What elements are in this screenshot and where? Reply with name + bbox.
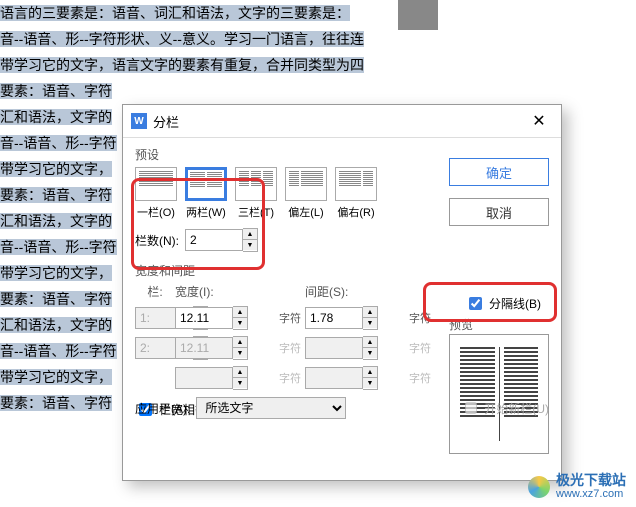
preset-label-text: 一栏(O) — [135, 204, 177, 220]
close-button[interactable]: ✕ — [525, 109, 553, 133]
text-line: 要素：语音、字符 — [0, 83, 112, 99]
text-line: 汇和语法，文字的 — [0, 109, 112, 125]
preset-label-text: 三栏(T) — [235, 204, 277, 220]
apply-to-label: 应用于(A): — [135, 400, 190, 417]
app-icon: W — [131, 113, 147, 129]
width-header: 宽度(I): — [175, 283, 275, 300]
text-line: 带学习它的文字， — [0, 161, 112, 177]
columns-dialog: W 分栏 ✕ 预设 一栏(O) 两栏(W) — [122, 104, 562, 481]
unit-label: 字符 — [405, 370, 435, 386]
text-line: 汇和语法，文字的 — [0, 213, 112, 229]
spacing-1-spinner[interactable]: ▲▼ — [305, 306, 405, 330]
columns-count-input[interactable] — [185, 229, 243, 251]
preset-label-text: 偏左(L) — [285, 204, 327, 220]
text-line: 音--语音、形--字符 — [0, 135, 117, 151]
columns-count-label: 栏数(N): — [135, 232, 179, 249]
logo-text-zh: 极光下载站 — [556, 473, 626, 487]
preview-pane — [449, 334, 549, 454]
cancel-button[interactable]: 取消 — [449, 198, 549, 226]
logo-icon — [528, 476, 550, 498]
text-line: 带学习它的文字， — [0, 265, 112, 281]
unit-label: 字符 — [405, 310, 435, 326]
dialog-titlebar: W 分栏 ✕ — [123, 105, 561, 138]
col-index-1: ▲▼ — [135, 306, 165, 330]
text-line: 要素：语音、字符 — [0, 291, 112, 307]
unit-label: 字符 — [275, 370, 305, 386]
dialog-title: 分栏 — [153, 112, 525, 131]
spinner-up-icon[interactable]: ▲ — [243, 229, 257, 240]
width-3-spinner: ▲▼ — [175, 366, 275, 390]
text-line: 带学习它的文字， — [0, 369, 112, 385]
apply-to-select[interactable]: 所选文字 — [196, 397, 346, 419]
logo-text-en: www.xz7.com — [556, 487, 626, 501]
unit-label: 字符 — [275, 340, 305, 356]
watermark-logo: 极光下载站 www.xz7.com — [528, 473, 626, 501]
text-line: 要素：语音、字符 — [0, 395, 112, 411]
text-line: 音--语音、形--字符形状、义--意义。学习一门语言，往往连 — [0, 31, 364, 47]
preset-one[interactable]: 一栏(O) — [135, 167, 177, 220]
columns-count-spinner[interactable]: ▲▼ — [185, 228, 258, 252]
text-line: 音--语音、形--字符 — [0, 343, 117, 359]
width-2-spinner: ▲▼ — [175, 336, 275, 360]
new-column-label: 开始新栏(U) — [484, 400, 549, 417]
col-header: 栏: — [135, 283, 175, 300]
separator-checkbox[interactable] — [469, 297, 482, 310]
spacing-3-spinner: ▲▼ — [305, 366, 405, 390]
unit-label: 字符 — [405, 340, 435, 356]
preview-label: 预览 — [449, 316, 473, 333]
start-new-column: 开始新栏(U) — [461, 399, 549, 417]
preset-left[interactable]: 偏左(L) — [285, 167, 327, 220]
text-line: 要素：语音、字符 — [0, 187, 112, 203]
preset-three[interactable]: 三栏(T) — [235, 167, 277, 220]
new-column-checkbox — [465, 402, 477, 414]
text-line: 音--语音、形--字符 — [0, 239, 117, 255]
preset-label-text: 偏右(R) — [335, 204, 377, 220]
spacing-header: 间距(S): — [305, 283, 405, 300]
preview-divider — [499, 347, 500, 441]
spinner-down-icon[interactable]: ▼ — [243, 240, 257, 250]
spacing-2-spinner: ▲▼ — [305, 336, 405, 360]
text-line: 汇和语法，文字的 — [0, 317, 112, 333]
separator-label: 分隔线(B) — [489, 295, 541, 312]
col-index-2: ▲▼ — [135, 336, 165, 360]
width-1-spinner[interactable]: ▲▼ — [175, 306, 275, 330]
text-line: 带学习它的文字，语言文字的要素有重复，合并同类型为四 — [0, 57, 364, 73]
text-line: 语言的三要素是：语音、词汇和语法，文字的三要素是： — [0, 5, 350, 21]
preset-right[interactable]: 偏右(R) — [335, 167, 377, 220]
preset-label-text: 两栏(W) — [185, 204, 227, 220]
unit-label: 字符 — [275, 310, 305, 326]
ok-button[interactable]: 确定 — [449, 158, 549, 186]
width-spacing-label: 宽度和间距 — [135, 262, 549, 279]
preset-two[interactable]: 两栏(W) — [185, 167, 227, 220]
